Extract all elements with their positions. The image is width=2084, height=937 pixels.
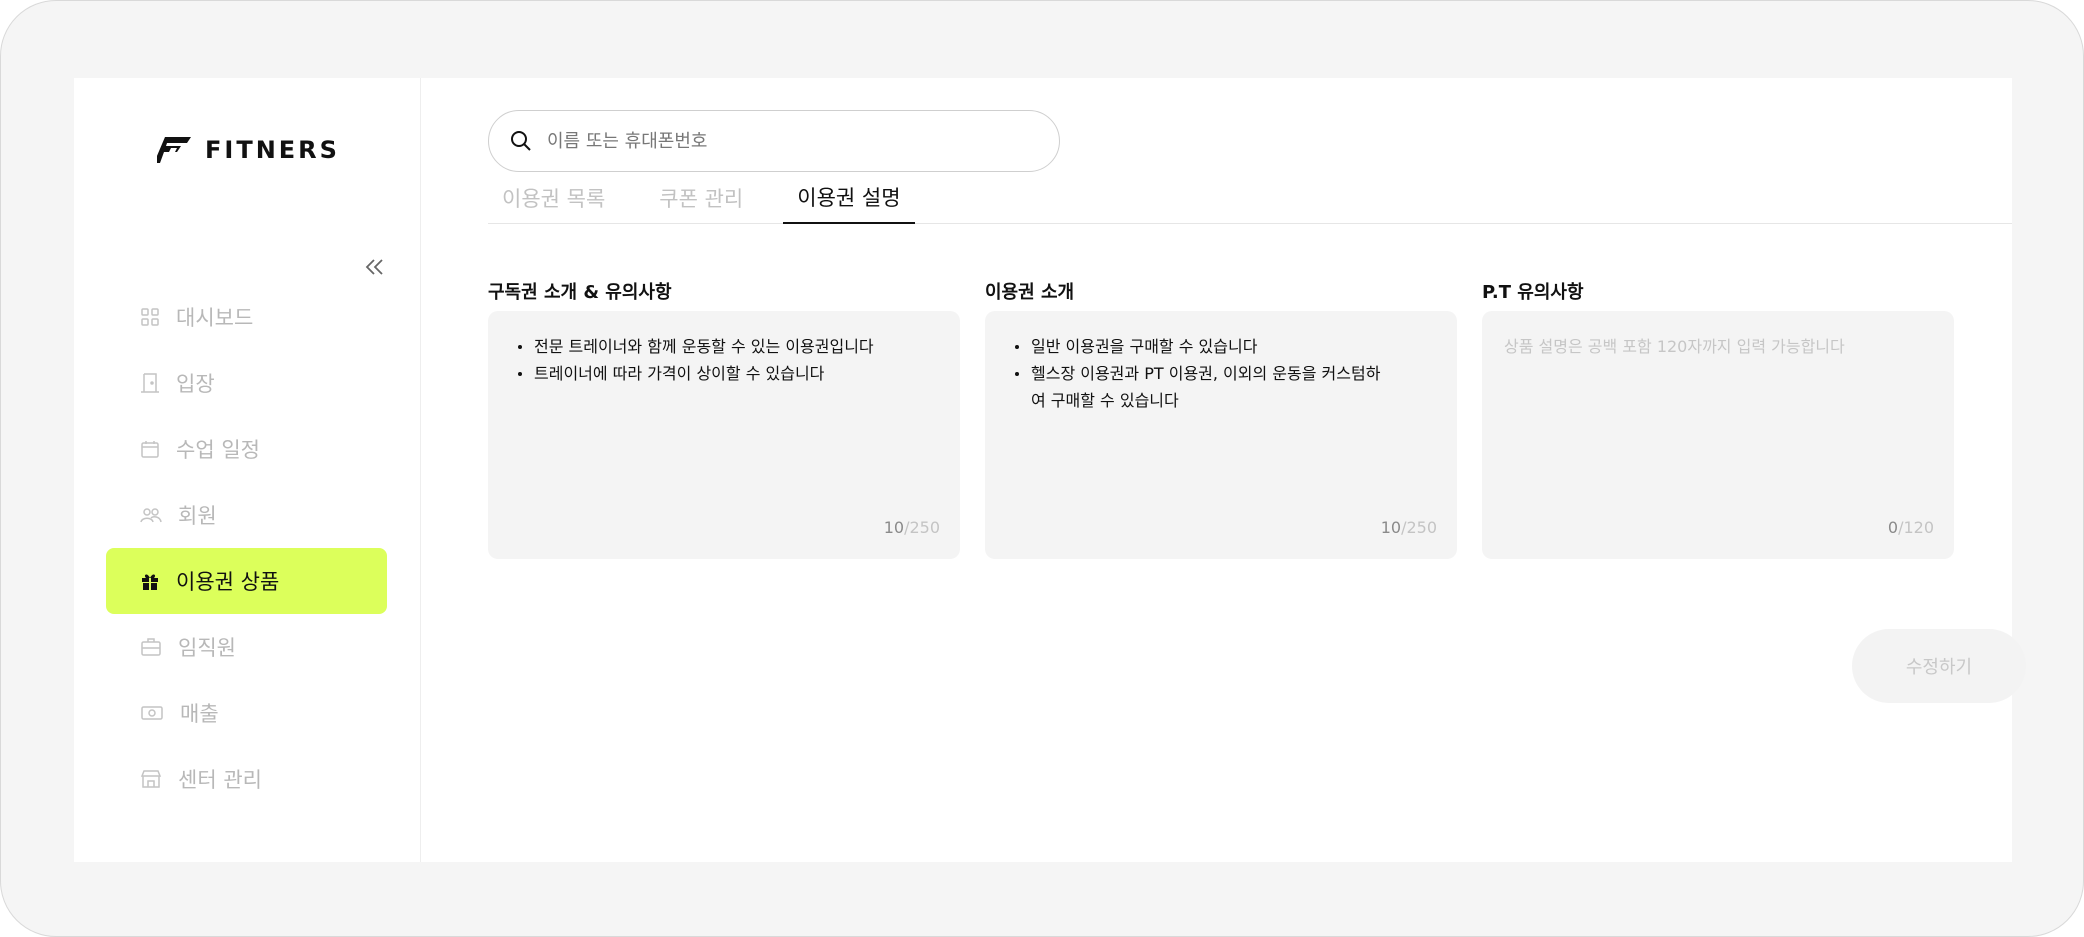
- character-counter: 0/120: [1888, 518, 1934, 537]
- grid-icon: [141, 308, 159, 326]
- door-icon: [141, 373, 159, 393]
- sidebar-item-label: 이용권 상품: [176, 570, 280, 594]
- counter-current: 10: [1380, 518, 1402, 537]
- bullet-item: 트레이너에 따라 가격이 상이할 수 있습니다: [518, 360, 938, 387]
- bullet-list: 일반 이용권을 구매할 수 있습니다 헬스장 이용권과 PT 이용권, 이외의 …: [1015, 333, 1435, 414]
- card-title: 구독권 소개 & 유의사항: [488, 282, 672, 303]
- description-textarea[interactable]: 전문 트레이너와 함께 운동할 수 있는 이용권입니다 트레이너에 따라 가격이…: [488, 311, 960, 559]
- sidebar: FITNERS 대시보드 입장 수업 일정 회원 이용권 상품 임직원 매출 센…: [74, 78, 421, 862]
- tab-ticket-description[interactable]: 이용권 설명: [783, 172, 915, 224]
- sidebar-item-dashboard[interactable]: 대시보드: [106, 284, 387, 350]
- search-icon: [511, 131, 531, 151]
- card-subscription-notice: 구독권 소개 & 유의사항 전문 트레이너와 함께 운동할 수 있는 이용권입니…: [488, 281, 960, 559]
- description-textarea[interactable]: 상품 설명은 공백 포함 120자까지 입력 가능합니다 0/120: [1482, 311, 1954, 559]
- briefcase-icon: [141, 638, 161, 656]
- sidebar-nav: 대시보드 입장 수업 일정 회원 이용권 상품 임직원 매출 센터 관리: [106, 284, 387, 812]
- bullet-list: 전문 트레이너와 함께 운동할 수 있는 이용권입니다 트레이너에 따라 가격이…: [518, 333, 938, 387]
- cash-icon: [141, 706, 163, 720]
- main-content: 이용권 목록 쿠폰 관리 이용권 설명 구독권 소개 & 유의사항 전문 트레이…: [421, 78, 2026, 862]
- app-window: FITNERS 대시보드 입장 수업 일정 회원 이용권 상품 임직원 매출 센…: [74, 78, 2026, 862]
- fitners-logo-icon: [157, 137, 191, 163]
- sidebar-item-schedule[interactable]: 수업 일정: [106, 416, 387, 482]
- card-ticket-introduction: 이용권 소개 일반 이용권을 구매할 수 있습니다 헬스장 이용권과 PT 이용…: [985, 281, 1457, 559]
- counter-current: 0: [1887, 518, 1899, 537]
- brand-name: FITNERS: [205, 136, 340, 164]
- sidebar-item-entrance[interactable]: 입장: [106, 350, 387, 416]
- counter-max: /250: [1401, 518, 1437, 537]
- sidebar-item-label: 수업 일정: [176, 438, 260, 462]
- members-icon: [140, 508, 162, 523]
- card-title: P.T 유의사항: [1482, 282, 1584, 303]
- card-title: 이용권 소개: [985, 282, 1075, 303]
- sidebar-item-sales[interactable]: 매출: [106, 680, 387, 746]
- sidebar-item-staff[interactable]: 임직원: [106, 614, 387, 680]
- card-pt-notice: P.T 유의사항 상품 설명은 공백 포함 120자까지 입력 가능합니다 0/…: [1482, 281, 1954, 559]
- character-counter: 10/250: [1381, 518, 1437, 537]
- sidebar-item-label: 매출: [180, 702, 219, 726]
- description-cards: 구독권 소개 & 유의사항 전문 트레이너와 함께 운동할 수 있는 이용권입니…: [488, 281, 1954, 559]
- sidebar-item-label: 입장: [176, 372, 215, 396]
- counter-max: /120: [1898, 518, 1934, 537]
- tab-ticket-list[interactable]: 이용권 목록: [488, 172, 619, 224]
- tab-coupon-management[interactable]: 쿠폰 관리: [645, 172, 757, 224]
- bullet-item: 헬스장 이용권과 PT 이용권, 이외의 운동을 커스텀하여 구매할 수 있습니…: [1015, 360, 1395, 414]
- sidebar-item-label: 센터 관리: [178, 768, 262, 792]
- character-counter: 10/250: [884, 518, 940, 537]
- device-frame: FITNERS 대시보드 입장 수업 일정 회원 이용권 상품 임직원 매출 센…: [0, 0, 2084, 937]
- calendar-icon: [141, 441, 159, 458]
- store-icon: [140, 770, 162, 788]
- sidebar-item-label: 임직원: [178, 636, 236, 660]
- counter-max: /250: [904, 518, 940, 537]
- edit-submit-button[interactable]: 수정하기: [1852, 629, 2026, 703]
- sidebar-item-label: 대시보드: [176, 306, 254, 330]
- search-input[interactable]: [547, 130, 1027, 152]
- sidebar-item-members[interactable]: 회원: [106, 482, 387, 548]
- sidebar-item-ticket-products[interactable]: 이용권 상품: [106, 548, 387, 614]
- logo[interactable]: FITNERS: [157, 136, 340, 164]
- gift-icon: [142, 574, 158, 590]
- search-bar[interactable]: [488, 110, 1060, 172]
- bullet-item: 전문 트레이너와 함께 운동할 수 있는 이용권입니다: [518, 333, 938, 360]
- counter-current: 10: [883, 518, 905, 537]
- sidebar-item-label: 회원: [178, 504, 217, 528]
- textarea-placeholder: 상품 설명은 공백 포함 120자까지 입력 가능합니다: [1504, 337, 1845, 356]
- double-chevron-left-icon: [365, 259, 383, 275]
- bullet-item: 일반 이용권을 구매할 수 있습니다: [1015, 333, 1435, 360]
- description-textarea[interactable]: 일반 이용권을 구매할 수 있습니다 헬스장 이용권과 PT 이용권, 이외의 …: [985, 311, 1457, 559]
- tab-bar: 이용권 목록 쿠폰 관리 이용권 설명: [488, 172, 2012, 224]
- collapse-sidebar-button[interactable]: [362, 254, 388, 280]
- sidebar-item-center-management[interactable]: 센터 관리: [106, 746, 387, 812]
